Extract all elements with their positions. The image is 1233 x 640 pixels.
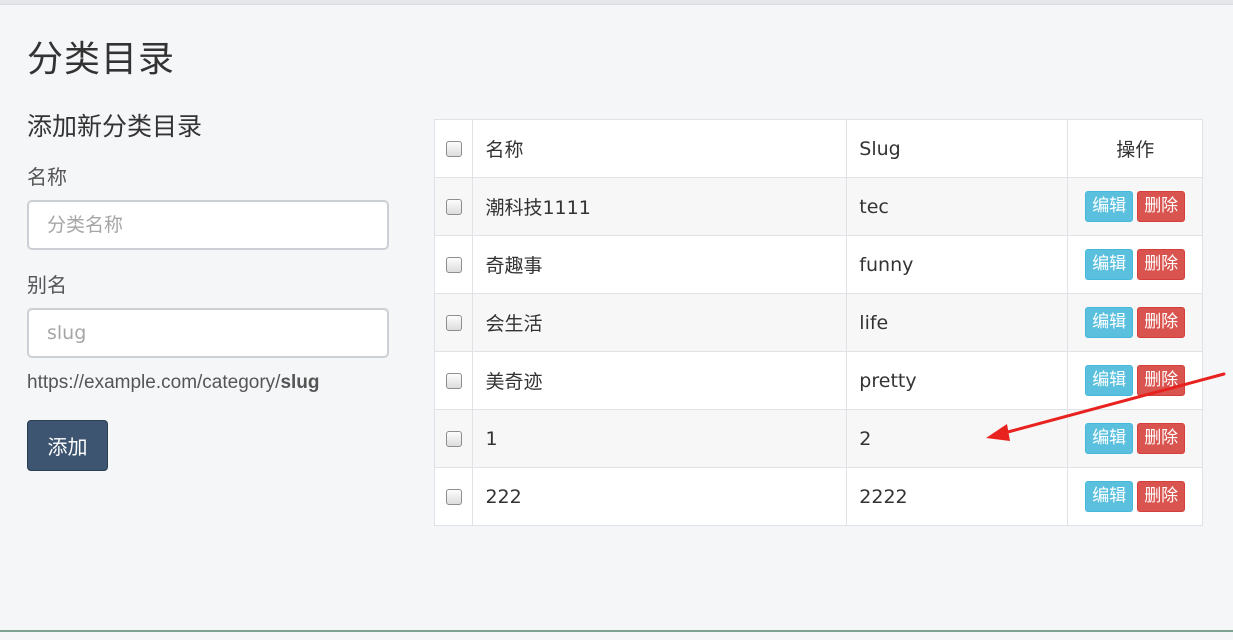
table-row: 潮科技1111 tec 编辑 删除 bbox=[433, 177, 1203, 236]
table-row: 1 2 编辑 删除 bbox=[433, 409, 1203, 468]
row-slug: pretty bbox=[846, 351, 1069, 410]
row-name: 会生活 bbox=[472, 293, 848, 352]
slug-label: 别名 bbox=[27, 273, 67, 297]
header-slug: Slug bbox=[846, 119, 1069, 178]
name-input[interactable] bbox=[27, 200, 389, 250]
row-checkbox[interactable] bbox=[445, 257, 462, 273]
table-row: 美奇迹 pretty 编辑 删除 bbox=[433, 351, 1203, 410]
edit-button[interactable]: 编辑 bbox=[1085, 423, 1134, 454]
row-name: 美奇迹 bbox=[472, 351, 848, 410]
select-all-checkbox[interactable] bbox=[445, 141, 462, 157]
edit-button[interactable]: 编辑 bbox=[1085, 249, 1134, 280]
header-name: 名称 bbox=[472, 119, 848, 178]
row-checkbox[interactable] bbox=[445, 431, 462, 447]
delete-button[interactable]: 删除 bbox=[1137, 249, 1186, 280]
slug-input[interactable] bbox=[27, 308, 389, 358]
row-checkbox[interactable] bbox=[445, 315, 462, 331]
edit-button[interactable]: 编辑 bbox=[1085, 481, 1134, 512]
row-slug: 2222 bbox=[846, 467, 1069, 526]
row-slug: life bbox=[846, 293, 1069, 352]
add-button[interactable]: 添加 bbox=[27, 420, 108, 471]
delete-button[interactable]: 删除 bbox=[1137, 307, 1186, 338]
page-title: 分类目录 bbox=[27, 39, 176, 80]
edit-button[interactable]: 编辑 bbox=[1085, 191, 1134, 222]
row-checkbox[interactable] bbox=[445, 199, 462, 215]
table-row: 222 2222 编辑 删除 bbox=[433, 467, 1203, 526]
table-row: 奇趣事 funny 编辑 删除 bbox=[433, 235, 1203, 294]
edit-button[interactable]: 编辑 bbox=[1085, 307, 1134, 338]
row-name: 1 bbox=[472, 409, 848, 468]
row-checkbox[interactable] bbox=[445, 489, 462, 505]
row-name: 222 bbox=[472, 467, 848, 526]
delete-button[interactable]: 删除 bbox=[1137, 365, 1186, 396]
edit-button[interactable]: 编辑 bbox=[1085, 365, 1134, 396]
table-row: 会生活 life 编辑 删除 bbox=[433, 293, 1203, 352]
table-header-row: 名称 Slug 操作 bbox=[433, 119, 1203, 178]
row-name: 奇趣事 bbox=[472, 235, 848, 294]
category-table: 名称 Slug 操作 潮科技1111 tec 编辑 删除 奇趣事 funny 编辑… bbox=[433, 119, 1203, 526]
add-category-form: 添加新分类目录 名称 别名 https://example.com/catego… bbox=[27, 108, 389, 471]
row-slug: funny bbox=[846, 235, 1069, 294]
url-hint: https://example.com/category/slug bbox=[27, 370, 389, 396]
row-slug: 2 bbox=[846, 409, 1069, 468]
row-checkbox[interactable] bbox=[445, 373, 462, 389]
header-actions: 操作 bbox=[1067, 119, 1203, 178]
row-slug: tec bbox=[846, 177, 1069, 236]
name-label: 名称 bbox=[27, 165, 67, 189]
delete-button[interactable]: 删除 bbox=[1137, 423, 1186, 454]
form-heading: 添加新分类目录 bbox=[27, 112, 203, 141]
delete-button[interactable]: 删除 bbox=[1137, 481, 1186, 512]
delete-button[interactable]: 删除 bbox=[1137, 191, 1186, 222]
row-name: 潮科技1111 bbox=[472, 177, 848, 236]
bottom-border bbox=[0, 630, 1233, 632]
url-slug: slug bbox=[280, 372, 320, 393]
header-checkbox-cell bbox=[433, 119, 474, 178]
top-border bbox=[0, 0, 1233, 5]
url-prefix: https://example.com/category/ bbox=[27, 372, 281, 393]
